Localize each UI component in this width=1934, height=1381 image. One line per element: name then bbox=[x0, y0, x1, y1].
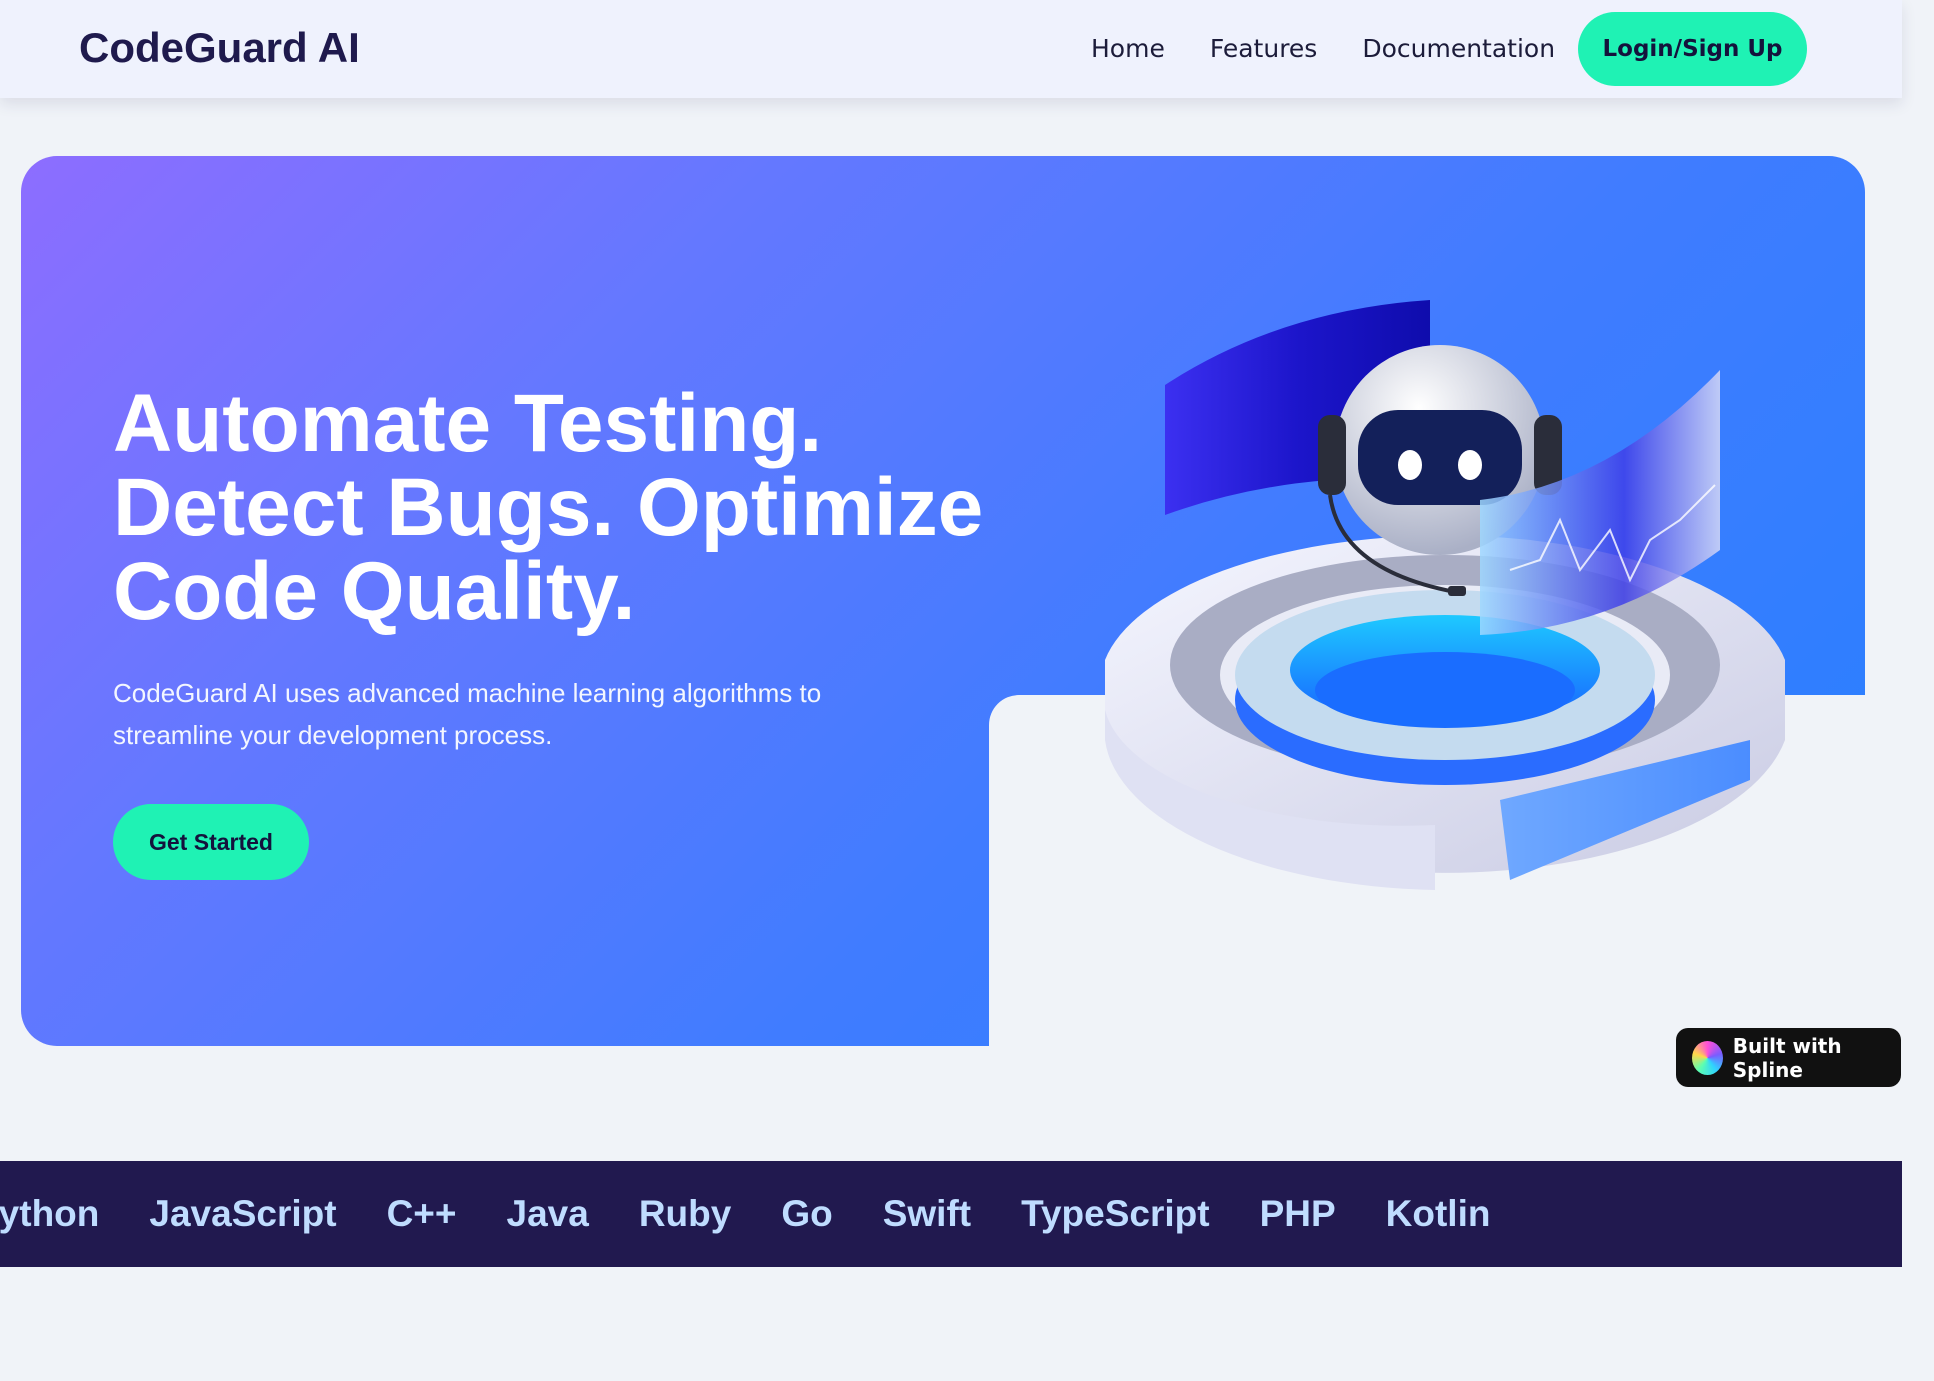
language-item: Python bbox=[0, 1193, 100, 1234]
language-item: TypeScript bbox=[1021, 1193, 1210, 1234]
nav-links: Home Features Documentation bbox=[1091, 34, 1600, 63]
language-item: Go bbox=[781, 1193, 833, 1234]
inner-ring bbox=[1235, 590, 1655, 785]
spline-badge-label: Built with Spline bbox=[1732, 1033, 1842, 1082]
built-with-spline-badge[interactable]: Built with Spline bbox=[1676, 1028, 1901, 1087]
languages-track: Python JavaScript C++ Java Ruby Go Swift… bbox=[0, 1161, 1540, 1267]
languages-marquee: Python JavaScript C++ Java Ruby Go Swift… bbox=[0, 1161, 1902, 1267]
language-item: Java bbox=[506, 1193, 589, 1234]
nav-link-home[interactable]: Home bbox=[1091, 34, 1165, 63]
language-item: Swift bbox=[882, 1193, 972, 1234]
nav-link-documentation[interactable]: Documentation bbox=[1362, 34, 1555, 63]
language-item: Ruby bbox=[638, 1193, 732, 1234]
top-navbar: CodeGuard AI Home Features Documentation… bbox=[0, 0, 1902, 98]
hero-headline-line-2: Detect Bugs. Optimize bbox=[113, 462, 984, 553]
language-item: C++ bbox=[386, 1193, 457, 1234]
nav-link-features[interactable]: Features bbox=[1210, 34, 1318, 63]
brand-logo-text[interactable]: CodeGuard AI bbox=[79, 24, 360, 72]
language-item: JavaScript bbox=[149, 1193, 337, 1234]
spline-logo-icon bbox=[1692, 1040, 1723, 1075]
robot-illustration bbox=[1105, 300, 1785, 890]
hero-headline-line-3: Code Quality. bbox=[113, 546, 636, 637]
get-started-button[interactable]: Get Started bbox=[113, 804, 309, 880]
hero-headline: Automate Testing. Detect Bugs. Optimize … bbox=[113, 382, 1013, 634]
hero-subtitle: CodeGuard AI uses advanced machine learn… bbox=[113, 678, 822, 750]
language-item: PHP bbox=[1259, 1193, 1336, 1234]
login-signup-button[interactable]: Login/Sign Up bbox=[1578, 12, 1807, 86]
language-item: Kotlin bbox=[1385, 1193, 1491, 1234]
hero-headline-line-1: Automate Testing. bbox=[113, 378, 823, 469]
